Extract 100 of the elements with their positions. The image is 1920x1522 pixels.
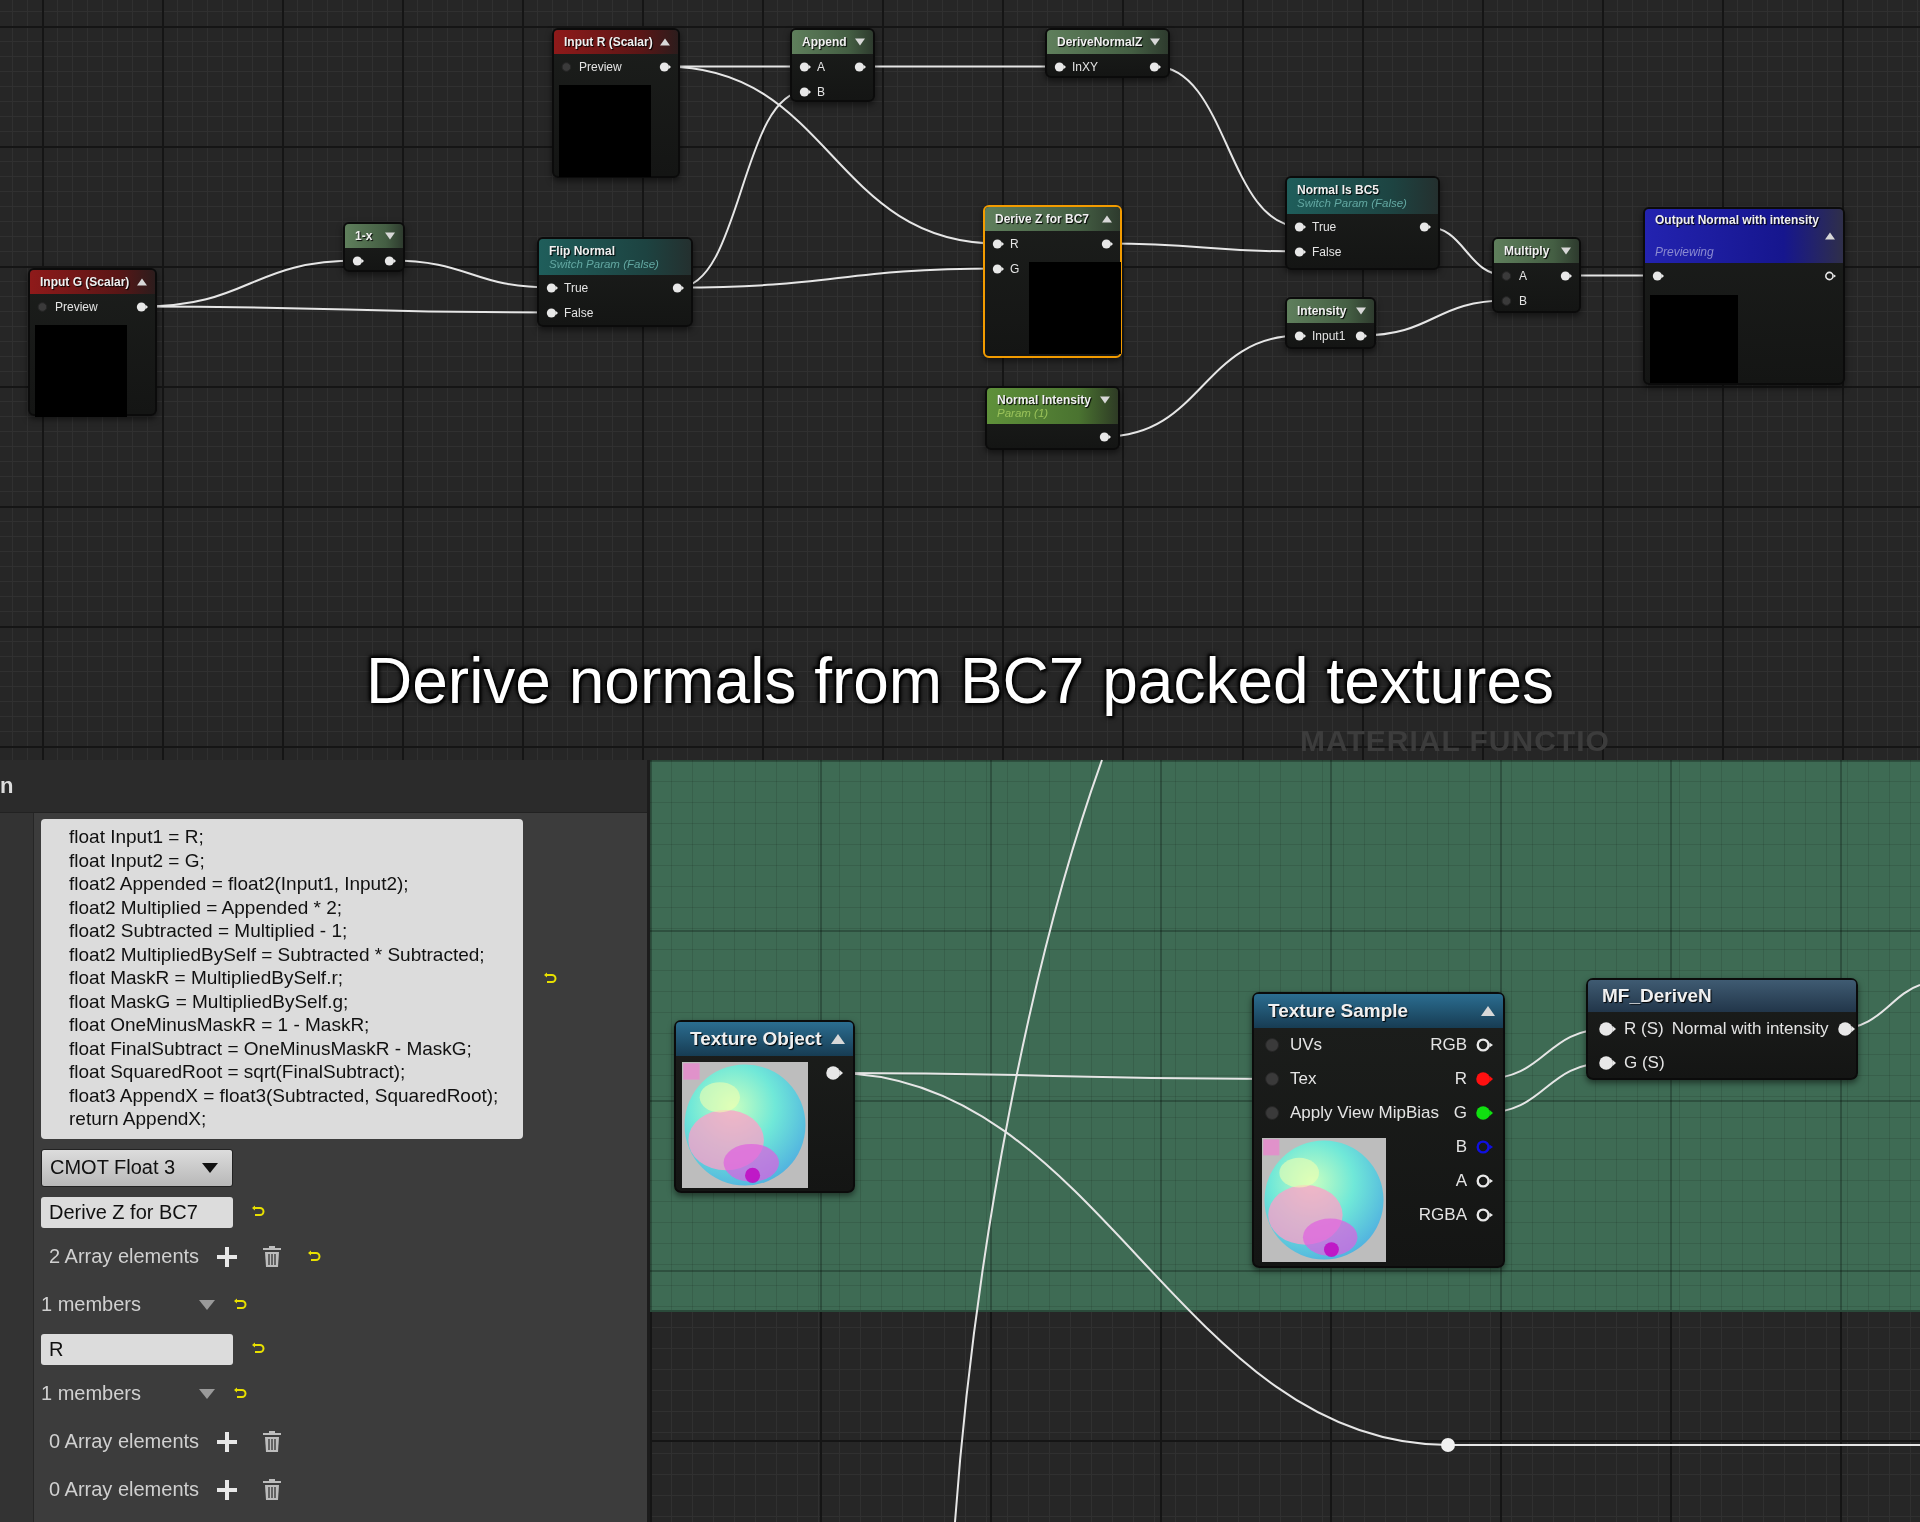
add-icon[interactable]: [217, 1431, 237, 1452]
members-label: 1 members: [41, 1382, 143, 1405]
connector-pin[interactable]: [799, 85, 811, 98]
connector-pin[interactable]: [992, 237, 1004, 250]
collapse-arrow-icon[interactable]: [1481, 1004, 1495, 1018]
connector-pin[interactable]: [659, 60, 671, 73]
type-dropdown[interactable]: CMOT Float 3: [41, 1148, 233, 1187]
expand-arrow-icon[interactable]: [855, 37, 865, 47]
collapse-arrow-icon[interactable]: [137, 277, 147, 287]
connector-pin[interactable]: [1149, 60, 1161, 73]
connector-pin[interactable]: [1475, 1206, 1493, 1224]
graph-node[interactable]: MF_DeriveN R (S) Normal with intensity G (S): [1586, 978, 1858, 1080]
expand-arrow-icon[interactable]: [1100, 395, 1110, 405]
pin-label: Preview: [579, 59, 622, 74]
node-title: Intensity: [1297, 304, 1347, 318]
graph-node[interactable]: Input R (Scalar) Preview: [552, 28, 680, 178]
pin-label: A: [817, 59, 825, 74]
connector-pin[interactable]: [1054, 60, 1066, 73]
connector-pin[interactable]: [1475, 1172, 1493, 1190]
expand-arrow-icon[interactable]: [385, 231, 395, 241]
node-title: Input G (Scalar): [40, 275, 130, 289]
graph-node[interactable]: Normal Is BC5 Switch Param (False) True False: [1285, 176, 1440, 270]
pin-label: False: [1312, 244, 1342, 259]
connector-pin[interactable]: [1294, 329, 1306, 342]
connector-pin[interactable]: [1294, 220, 1306, 233]
node-title: Texture Sample: [1268, 1000, 1409, 1022]
connector-pin[interactable]: [1824, 269, 1836, 282]
connector-pin[interactable]: [1294, 245, 1306, 258]
connector-pin[interactable]: [825, 1064, 843, 1082]
connector-pin[interactable]: [799, 60, 811, 73]
dropdown-caret-icon[interactable]: [199, 1388, 215, 1399]
connector-pin[interactable]: [546, 281, 558, 294]
node-title: 1-x: [355, 229, 373, 243]
connector-pin[interactable]: [672, 281, 684, 294]
collapse-arrow-icon[interactable]: [1825, 231, 1835, 241]
expand-arrow-icon[interactable]: [1561, 246, 1571, 256]
code-field[interactable]: float Input1 = R; float Input2 = G; float2 Appended = float2(Input1, Input2); float2 Multiplied = Appended * 2; float2 Subtracted = Multiplied - 1; float2 MultipliedBySelf = Subtracted * Subtracted; float MaskR = MultipliedBySelf.r; float MaskG = MultipliedBySelf.g; float OneMinusMaskR = 1 - MaskR; float FinalSubtract = OneMinusMaskR - MaskG; float SquaredRoot = sqrt(FinalSubtract); float3 AppendX = float3(Subtracted, SquaredRoot); return AppendX;: [41, 819, 523, 1139]
array-label: 0 Array elements: [49, 1478, 199, 1501]
expand-arrow-icon[interactable]: [1356, 306, 1366, 316]
pin-label: B: [817, 84, 825, 99]
connector-pin[interactable]: [546, 306, 558, 319]
connector-pin[interactable]: [1652, 269, 1664, 282]
graph-node[interactable]: Derive Z for BC7 R G: [983, 205, 1122, 358]
graph-node[interactable]: Intensity Input1: [1285, 297, 1376, 349]
connector-pin[interactable]: [1836, 1020, 1855, 1038]
graph-node[interactable]: 1-x: [343, 222, 405, 272]
graph-node[interactable]: Append A B: [790, 28, 875, 102]
graph-node[interactable]: Input G (Scalar) Preview: [28, 268, 157, 416]
graph-node[interactable]: Multiply A B: [1492, 237, 1581, 313]
node-title: Normal Is BC5: [1297, 183, 1380, 197]
connector-pin[interactable]: [384, 254, 396, 267]
graph-node[interactable]: DeriveNormalZ InXY: [1045, 28, 1170, 78]
graph-node[interactable]: Output Normal with intensity Previewing: [1643, 207, 1845, 385]
connector-pin[interactable]: [1475, 1036, 1493, 1054]
pin-label: False: [564, 305, 594, 320]
pin-label: B: [1455, 1137, 1467, 1157]
node-title: Normal Intensity: [997, 393, 1092, 407]
node-subtitle: Previewing: [1655, 245, 1715, 259]
pin-label: Apply View MipBias: [1290, 1103, 1439, 1123]
reset-icon[interactable]: [233, 1386, 247, 1401]
members-label: 1 members: [41, 1293, 143, 1316]
add-icon[interactable]: [217, 1246, 237, 1267]
pin-label: UVs: [1290, 1035, 1323, 1055]
connector-pin[interactable]: [1475, 1104, 1493, 1122]
connector-pin[interactable]: [1560, 269, 1572, 282]
collapse-arrow-icon[interactable]: [1102, 214, 1112, 224]
reset-icon[interactable]: [251, 1342, 265, 1356]
connector-pin[interactable]: [854, 60, 866, 73]
expand-arrow-icon[interactable]: [1150, 37, 1160, 47]
connector-pin[interactable]: [1099, 430, 1111, 443]
graph-node[interactable]: Normal Intensity Param (1): [985, 386, 1120, 450]
reset-icon[interactable]: [233, 1297, 247, 1312]
array-label: 0 Array elements: [49, 1430, 199, 1453]
collapse-arrow-icon[interactable]: [831, 1032, 845, 1046]
trash-icon[interactable]: [263, 1479, 281, 1500]
text-field[interactable]: Derive Z for BC7: [41, 1196, 233, 1228]
add-icon[interactable]: [217, 1479, 237, 1500]
connector-pin[interactable]: [992, 262, 1004, 275]
connector-pin[interactable]: [1598, 1054, 1616, 1072]
graph-node[interactable]: Texture Object: [674, 1020, 855, 1193]
node-subtitle: Switch Param (False): [549, 258, 660, 270]
collapse-arrow-icon[interactable]: [660, 37, 670, 47]
graph-node[interactable]: Texture Sample UVs RGB Tex R Apply View MipBias G B A RGBA: [1252, 992, 1505, 1268]
connector-pin[interactable]: [1598, 1020, 1616, 1038]
connector-pin[interactable]: [1101, 237, 1113, 250]
trash-icon[interactable]: [263, 1431, 281, 1452]
reset-icon[interactable]: [543, 971, 557, 986]
text-field[interactable]: R: [41, 1333, 233, 1365]
trash-icon[interactable]: [263, 1246, 281, 1267]
connector-pin[interactable]: [1355, 329, 1367, 342]
connector-pin[interactable]: [352, 254, 364, 267]
reset-icon[interactable]: [251, 1205, 265, 1219]
connector-pin[interactable]: [136, 300, 148, 313]
pin-label: G (S): [1624, 1053, 1665, 1073]
reset-icon[interactable]: [307, 1249, 321, 1264]
pin-label: Tex: [1290, 1069, 1317, 1089]
caret-icon[interactable]: [202, 1162, 218, 1173]
dropdown-caret-icon[interactable]: [199, 1299, 215, 1310]
graph-node[interactable]: Flip Normal Switch Param (False) True False: [537, 237, 693, 327]
connector-pin[interactable]: [1419, 220, 1431, 233]
